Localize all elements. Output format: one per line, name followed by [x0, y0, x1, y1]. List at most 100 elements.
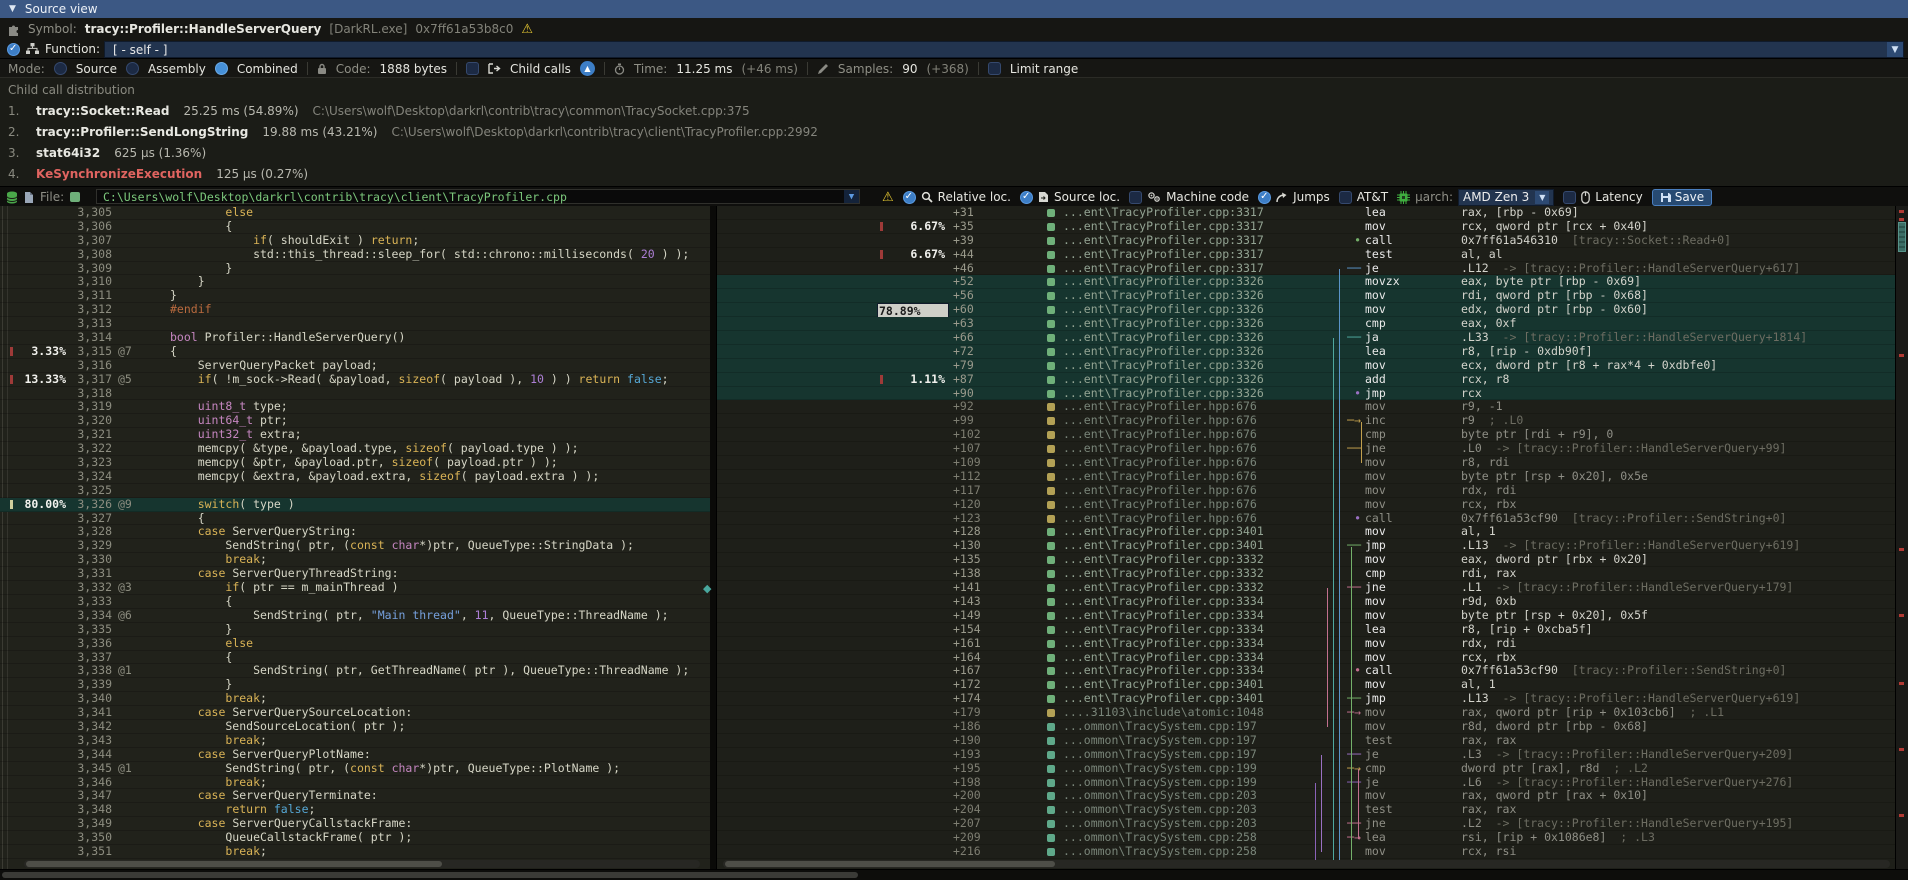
asm-mnemonic[interactable]: movzx — [1365, 275, 1400, 289]
asm-row[interactable]: +109...ent\TracyProfiler.hpp:676movr8, r… — [717, 456, 1896, 470]
asm-source-location[interactable]: ...ent\TracyProfiler.cpp:3326 — [1063, 387, 1264, 401]
asm-source-location[interactable]: ...ent\TracyProfiler.hpp:676 — [1063, 442, 1257, 456]
source-line[interactable]: 3,350 QueueCallstackFrame( ptr ); — [0, 831, 710, 845]
source-line[interactable]: 3,322 memcpy( &type, &payload.type, size… — [0, 442, 710, 456]
radio-combined-label[interactable]: Combined — [237, 62, 298, 76]
asm-row[interactable]: +161...ent\TracyProfiler.cpp:3334movrdx,… — [717, 637, 1896, 651]
asm-mnemonic[interactable]: mov — [1365, 289, 1386, 303]
att-label[interactable]: AT&T — [1357, 190, 1388, 204]
asm-source-location[interactable]: ...ent\TracyProfiler.cpp:3334 — [1063, 609, 1264, 623]
source-line[interactable]: 3,307 if( shouldExit ) return; — [0, 234, 710, 248]
relative-loc-toggle[interactable]: Relative loc. — [903, 190, 1011, 204]
source-line[interactable]: 3,337 { — [0, 651, 710, 665]
att-toggle[interactable]: AT&T — [1339, 190, 1388, 204]
asm-row[interactable]: +120...ent\TracyProfiler.hpp:676movrcx, … — [717, 498, 1896, 512]
asm-source-location[interactable]: ...ent\TracyProfiler.cpp:3334 — [1063, 637, 1264, 651]
jumps-checkbox[interactable] — [1258, 191, 1271, 204]
asm-row[interactable]: +167...ent\TracyProfiler.cpp:3334•call0x… — [717, 664, 1896, 678]
source-line[interactable]: 3,318 — [0, 387, 710, 401]
source-line[interactable]: 3,311} — [0, 289, 710, 303]
source-line[interactable]: 3,344 case ServerQueryPlotName: — [0, 748, 710, 762]
asm-source-location[interactable]: ...ent\TracyProfiler.cpp:3326 — [1063, 373, 1264, 387]
asm-source-location[interactable]: ...ent\TracyProfiler.hpp:676 — [1063, 512, 1257, 526]
asm-source-location[interactable]: ...ent\TracyProfiler.cpp:3401 — [1063, 678, 1264, 692]
source-line[interactable]: 3,324 memcpy( &extra, &payload.extra, si… — [0, 470, 710, 484]
asm-row[interactable]: +174...ent\TracyProfiler.cpp:3401──jmp.L… — [717, 692, 1896, 706]
asm-source-location[interactable]: ...ent\TracyProfiler.cpp:3401 — [1063, 692, 1264, 706]
source-line[interactable]: 3,330 break; — [0, 553, 710, 567]
asm-mnemonic[interactable]: mov — [1365, 470, 1386, 484]
source-line[interactable]: 3,343 break; — [0, 734, 710, 748]
limit-range-checkbox[interactable] — [988, 62, 1001, 75]
file-select[interactable]: C:\Users\wolf\Desktop\darkrl\contrib\tra… — [96, 189, 860, 204]
source-line[interactable]: 3,319 uint8_t type; — [0, 400, 710, 414]
source-line[interactable]: 3,314bool Profiler::HandleServerQuery() — [0, 331, 710, 345]
source-line[interactable]: 3,325 — [0, 484, 710, 498]
asm-mnemonic[interactable]: mov — [1365, 553, 1386, 567]
child-calls-checkbox[interactable] — [466, 62, 479, 75]
source-line[interactable]: 3,305 else — [0, 206, 710, 220]
source-line[interactable]: 3,321 uint32_t extra; — [0, 428, 710, 442]
radio-source[interactable] — [54, 62, 67, 75]
machine-code-checkbox[interactable] — [1129, 191, 1142, 204]
asm-row[interactable]: +193...ommon\TracySystem.cpp:197──je.L3 … — [717, 748, 1896, 762]
uarch-select[interactable]: AMD Zen 3 ▼ — [1458, 189, 1554, 206]
asm-source-location[interactable]: ...ent\TracyProfiler.hpp:676 — [1063, 498, 1257, 512]
child-call-item[interactable]: 4.KeSynchronizeExecution125 µs (0.27%) — [0, 163, 1908, 184]
source-line[interactable]: 3,316 ServerQueryPacket payload; — [0, 359, 710, 373]
asm-row[interactable]: +123...ent\TracyProfiler.hpp:676•call0x7… — [717, 512, 1896, 526]
asm-row[interactable]: +198...ommon\TracySystem.cpp:199──je.L6 … — [717, 776, 1896, 790]
asm-row[interactable]: 78.89%+60...ent\TracyProfiler.cpp:3326mo… — [717, 303, 1896, 317]
asm-mnemonic[interactable]: inc — [1365, 414, 1386, 428]
source-line[interactable]: 3,327 { — [0, 512, 710, 526]
limit-range-label[interactable]: Limit range — [1010, 62, 1078, 76]
child-call-item[interactable]: 2.tracy::Profiler::SendLongString19.88 m… — [0, 121, 1908, 142]
asm-source-location[interactable]: ...ent\TracyProfiler.cpp:3326 — [1063, 331, 1264, 345]
asm-row[interactable]: 1.11%+87...ent\TracyProfiler.cpp:3326add… — [717, 373, 1896, 387]
asm-row[interactable]: +138...ent\TracyProfiler.cpp:3332cmprdi,… — [717, 567, 1896, 581]
source-line[interactable]: 3,349 case ServerQueryCallstackFrame: — [0, 817, 710, 831]
source-line[interactable]: 3,329 SendString( ptr, (const char*)ptr,… — [0, 539, 710, 553]
radio-combined[interactable] — [215, 62, 228, 75]
asm-mnemonic[interactable]: cmp — [1365, 317, 1386, 331]
asm-row[interactable]: +66...ent\TracyProfiler.cpp:3326──ja.L33… — [717, 331, 1896, 345]
asm-mnemonic[interactable]: add — [1365, 373, 1386, 387]
asm-row[interactable]: +79...ent\TracyProfiler.cpp:3326movecx, … — [717, 359, 1896, 373]
source-line[interactable]: 80.00%3,326@9 switch( type ) — [0, 498, 710, 512]
asm-mnemonic[interactable]: mov — [1365, 637, 1386, 651]
asm-mnemonic[interactable]: lea — [1365, 831, 1386, 845]
source-line[interactable]: 3,308 std::this_thread::sleep_for( std::… — [0, 248, 710, 262]
source-hscroll-thumb[interactable] — [26, 861, 442, 867]
radio-assembly[interactable] — [126, 62, 139, 75]
source-line[interactable]: 3,310 } — [0, 275, 710, 289]
asm-source-location[interactable]: ...ommon\TracySystem.cpp:203 — [1063, 817, 1257, 831]
source-line[interactable]: 3,332@3 if( ptr == m_mainThread ) — [0, 581, 710, 595]
machine-code-label[interactable]: Machine code — [1166, 190, 1249, 204]
window-hscroll-thumb[interactable] — [2, 872, 858, 878]
asm-mnemonic[interactable]: call — [1365, 664, 1393, 678]
asm-mnemonic[interactable]: cmp — [1365, 567, 1386, 581]
child-call-item[interactable]: 3.stat64i32625 µs (1.36%) — [0, 142, 1908, 163]
jumps-label[interactable]: Jumps — [1293, 190, 1330, 204]
source-line[interactable]: 3,340 break; — [0, 692, 710, 706]
asm-source-location[interactable]: ...ent\TracyProfiler.cpp:3334 — [1063, 651, 1264, 665]
asm-row[interactable]: +31...ent\TracyProfiler.cpp:3317learax, … — [717, 206, 1896, 220]
asm-mnemonic[interactable]: je — [1365, 262, 1379, 276]
child-calls-expand-button[interactable]: ▲ — [580, 61, 595, 76]
asm-row[interactable]: +52...ent\TracyProfiler.cpp:3326movzxeax… — [717, 275, 1896, 289]
asm-row[interactable]: +204...ommon\TracySystem.cpp:203testrax,… — [717, 803, 1896, 817]
machine-code-toggle[interactable]: Machine code — [1129, 190, 1249, 204]
asm-row[interactable]: 6.67%+44...ent\TracyProfiler.cpp:3317tes… — [717, 248, 1896, 262]
asm-source-location[interactable]: ...ent\TracyProfiler.cpp:3326 — [1063, 317, 1264, 331]
asm-row[interactable]: +179....31103\include\atomic:1048─→movra… — [717, 706, 1896, 720]
latency-label[interactable]: Latency — [1595, 190, 1642, 204]
asm-source-location[interactable]: ...ent\TracyProfiler.cpp:3326 — [1063, 359, 1264, 373]
source-line[interactable]: 3,348 return false; — [0, 803, 710, 817]
asm-row[interactable]: 6.67%+35...ent\TracyProfiler.cpp:3317mov… — [717, 220, 1896, 234]
source-hscrollbar[interactable] — [24, 860, 700, 868]
asm-source-location[interactable]: ...ommon\TracySystem.cpp:197 — [1063, 720, 1257, 734]
asm-mnemonic[interactable]: mov — [1365, 789, 1386, 803]
asm-mnemonic[interactable]: mov — [1365, 303, 1386, 317]
latency-toggle[interactable]: Latency — [1563, 190, 1642, 204]
source-line[interactable]: 3,313 — [0, 317, 710, 331]
